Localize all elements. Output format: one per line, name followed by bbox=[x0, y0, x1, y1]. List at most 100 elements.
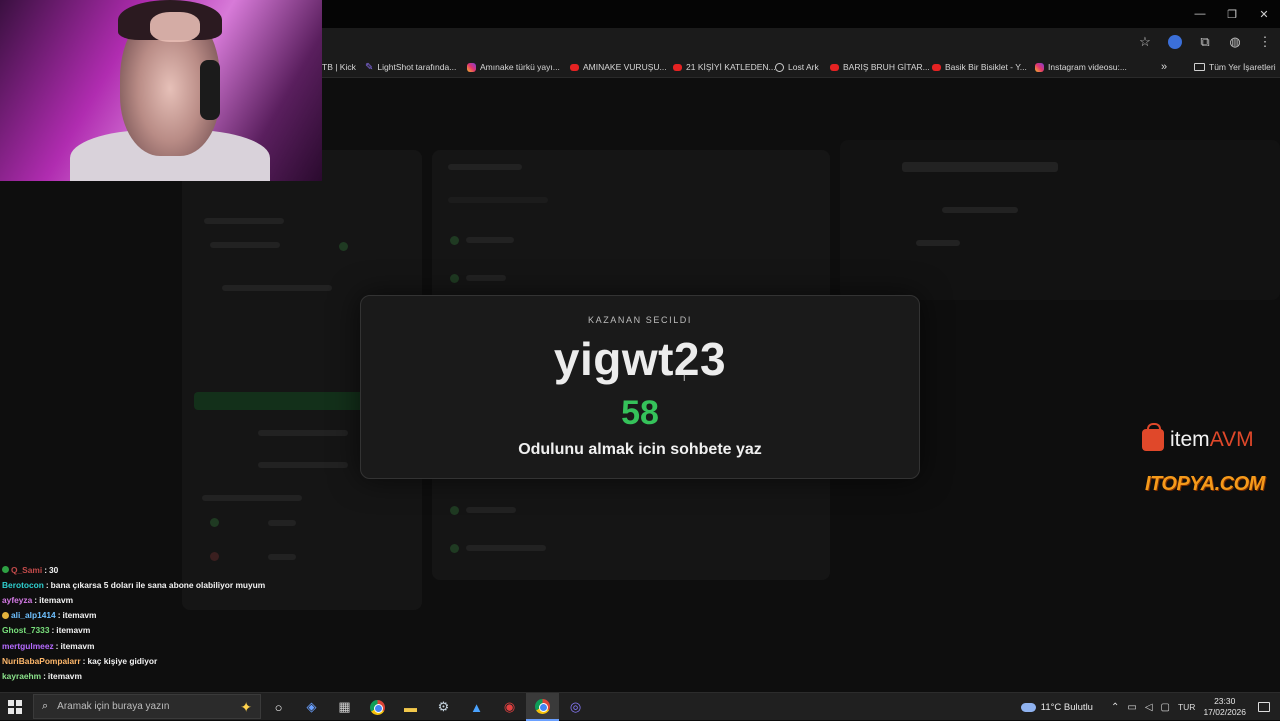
instagram-icon bbox=[1035, 62, 1044, 72]
volume-icon[interactable]: ◁ bbox=[1145, 702, 1153, 713]
shopping-bag-icon bbox=[1142, 423, 1164, 451]
chat-text: itemavm bbox=[60, 640, 95, 651]
chat-separator: : bbox=[45, 579, 49, 590]
stream-chat: Q_Sami : 30 Berotocon : bana çıkarsa 5 do… bbox=[2, 562, 302, 684]
app-icon-3[interactable]: ◉ bbox=[493, 693, 526, 721]
language-indicator[interactable]: TUR bbox=[1178, 702, 1195, 712]
taskbar-clock[interactable]: 23:30 17/02/2026 bbox=[1203, 696, 1246, 718]
chat-message: Berotocon : bana çıkarsa 5 doları ile sa… bbox=[2, 577, 302, 592]
chat-text: bana çıkarsa 5 doları ile sana abone ola… bbox=[50, 579, 266, 590]
chat-separator: : bbox=[43, 670, 46, 681]
app-icon-1[interactable]: ◈ bbox=[295, 693, 328, 721]
chat-username[interactable]: mertgulmeez bbox=[2, 641, 54, 651]
profile-icon[interactable]: ◍ bbox=[1226, 33, 1244, 51]
bookmark-item[interactable]: Lost Ark bbox=[775, 60, 819, 74]
chat-separator: : bbox=[82, 655, 86, 666]
chrome-icon[interactable] bbox=[361, 693, 394, 721]
windows-taskbar: ⌕ Aramak için buraya yazın ✦ ○ ◈ ▦ ▬ ⚙ ▲… bbox=[0, 692, 1280, 721]
chat-message: ayfeyza : itemavm bbox=[2, 592, 302, 607]
webcam-overlay bbox=[0, 0, 322, 181]
chat-text: kaç kişiye gidiyor bbox=[87, 655, 158, 666]
search-icon: ⌕ bbox=[42, 700, 49, 712]
itopya-logo: ITOPYA.COM bbox=[1145, 473, 1265, 495]
chat-username[interactable]: kayraehm bbox=[2, 671, 41, 681]
bookmark-item[interactable]: AMINAKE VURUŞU... bbox=[570, 60, 667, 74]
chat-separator: : bbox=[55, 640, 59, 651]
chat-username[interactable]: Q_Sami bbox=[11, 565, 42, 575]
search-placeholder: Aramak için buraya yazın bbox=[57, 701, 170, 712]
chat-text: itemavm bbox=[56, 625, 91, 636]
chrome-active-icon[interactable] bbox=[526, 693, 559, 721]
instagram-icon bbox=[467, 62, 476, 72]
chat-message: Q_Sami : 30 bbox=[2, 562, 302, 577]
weather-widget[interactable]: 11°C Bulutlu bbox=[1020, 702, 1093, 713]
bookmark-item[interactable]: 21 KİŞİYİ KATLEDEN... bbox=[673, 60, 776, 74]
last-winner-panel bbox=[840, 140, 1280, 300]
file-explorer-icon[interactable]: ▬ bbox=[394, 693, 427, 721]
sparkle-icon: ✦ bbox=[240, 699, 252, 715]
chat-message: mertgulmeez : itemavm bbox=[2, 638, 302, 653]
cloud-icon bbox=[1020, 702, 1036, 712]
chat-username[interactable]: Berotocon bbox=[2, 580, 44, 590]
close-button[interactable]: ✕ bbox=[1248, 0, 1280, 28]
all-bookmarks-button[interactable]: Tüm Yer İşaretleri bbox=[1194, 60, 1276, 74]
more-bookmarks-button[interactable]: » bbox=[1161, 60, 1167, 74]
youtube-icon bbox=[932, 63, 941, 71]
text-cursor-icon: I bbox=[683, 373, 686, 383]
bookmark-item[interactable]: ✎ LightShot tarafında... bbox=[365, 60, 456, 74]
taskbar-search[interactable]: ⌕ Aramak için buraya yazın ✦ bbox=[33, 694, 261, 719]
chat-text: itemavm bbox=[39, 594, 74, 605]
bookmark-item[interactable]: Amınake türkü yayı... bbox=[467, 60, 560, 74]
winner-subtitle: KAZANAN SECILDI bbox=[587, 315, 693, 325]
chat-badge-icon bbox=[2, 611, 9, 619]
winner-modal: KAZANAN SECILDI yigwt23 58 Odulunu almak… bbox=[360, 295, 920, 479]
bookmark-item[interactable]: Basik Bir Bisiklet - Y... bbox=[932, 60, 1027, 74]
chat-username[interactable]: ayfeyza bbox=[2, 595, 32, 605]
chat-separator: : bbox=[51, 625, 55, 636]
chat-separator: : bbox=[34, 594, 38, 605]
obs-icon[interactable]: ◎ bbox=[559, 693, 592, 721]
itemavm-logo: itemAVM bbox=[1142, 423, 1254, 452]
feather-icon: ✎ bbox=[365, 61, 374, 73]
bookmark-item[interactable]: BARIŞ BRUH GİTAR... bbox=[830, 60, 930, 74]
task-view-icon[interactable]: ○ bbox=[262, 693, 295, 721]
restore-button[interactable]: ❐ bbox=[1216, 0, 1248, 28]
globe-icon bbox=[775, 62, 784, 72]
start-button[interactable] bbox=[8, 700, 22, 714]
chevron-up-icon[interactable]: ⌃ bbox=[1111, 702, 1119, 713]
chat-message: NuriBabaPompalarr : kaç kişiye gidiyor bbox=[2, 653, 302, 668]
winner-number: 58 bbox=[621, 394, 659, 432]
chat-text: itemavm bbox=[47, 670, 82, 681]
chat-message: Ghost_7333 : itemavm bbox=[2, 623, 302, 638]
chat-message: ali_alp1414 : itemavm bbox=[2, 608, 302, 623]
app-icon-2[interactable]: ▲ bbox=[460, 693, 493, 721]
chat-username[interactable]: ali_alp1414 bbox=[11, 610, 56, 620]
window-controls: — ❐ ✕ bbox=[1184, 0, 1280, 28]
youtube-icon bbox=[673, 63, 682, 71]
store-icon[interactable]: ▦ bbox=[328, 693, 361, 721]
chat-username[interactable]: NuriBabaPompalarr bbox=[2, 656, 81, 666]
folder-icon bbox=[1194, 63, 1205, 71]
chat-message: kayraehm : itemavm bbox=[2, 668, 302, 683]
tray-app-icon[interactable]: ▢ bbox=[1161, 702, 1170, 713]
chat-badge-icon bbox=[2, 566, 9, 574]
youtube-icon bbox=[570, 63, 579, 71]
extensions-puzzle-icon[interactable]: ⧉ bbox=[1196, 33, 1214, 51]
winner-name: yigwt23 bbox=[553, 333, 727, 385]
minimize-button[interactable]: — bbox=[1184, 0, 1216, 28]
bookmark-item[interactable]: Instagram videosu:... bbox=[1035, 60, 1127, 74]
notification-icon[interactable] bbox=[1258, 702, 1270, 712]
chat-username[interactable]: Ghost_7333 bbox=[2, 625, 49, 635]
chat-text: 30 bbox=[49, 564, 59, 575]
network-icon[interactable]: ▭ bbox=[1127, 702, 1136, 713]
system-tray: 11°C Bulutlu ⌃ ▭ ◁ ▢ TUR 23:30 17/02/202… bbox=[1020, 693, 1280, 721]
bookmark-star-icon[interactable]: ☆ bbox=[1136, 33, 1154, 51]
chat-separator: : bbox=[57, 610, 61, 621]
extension-blue-icon[interactable] bbox=[1166, 33, 1184, 51]
steam-icon[interactable]: ⚙ bbox=[427, 693, 460, 721]
winner-message: Odulunu almak icin sohbete yaz bbox=[518, 441, 762, 458]
youtube-icon bbox=[830, 63, 839, 71]
menu-kebab-icon[interactable]: ⋮ bbox=[1256, 33, 1274, 51]
bookmark-item[interactable]: TB | Kick bbox=[322, 60, 356, 74]
chat-text: itemavm bbox=[62, 610, 97, 621]
